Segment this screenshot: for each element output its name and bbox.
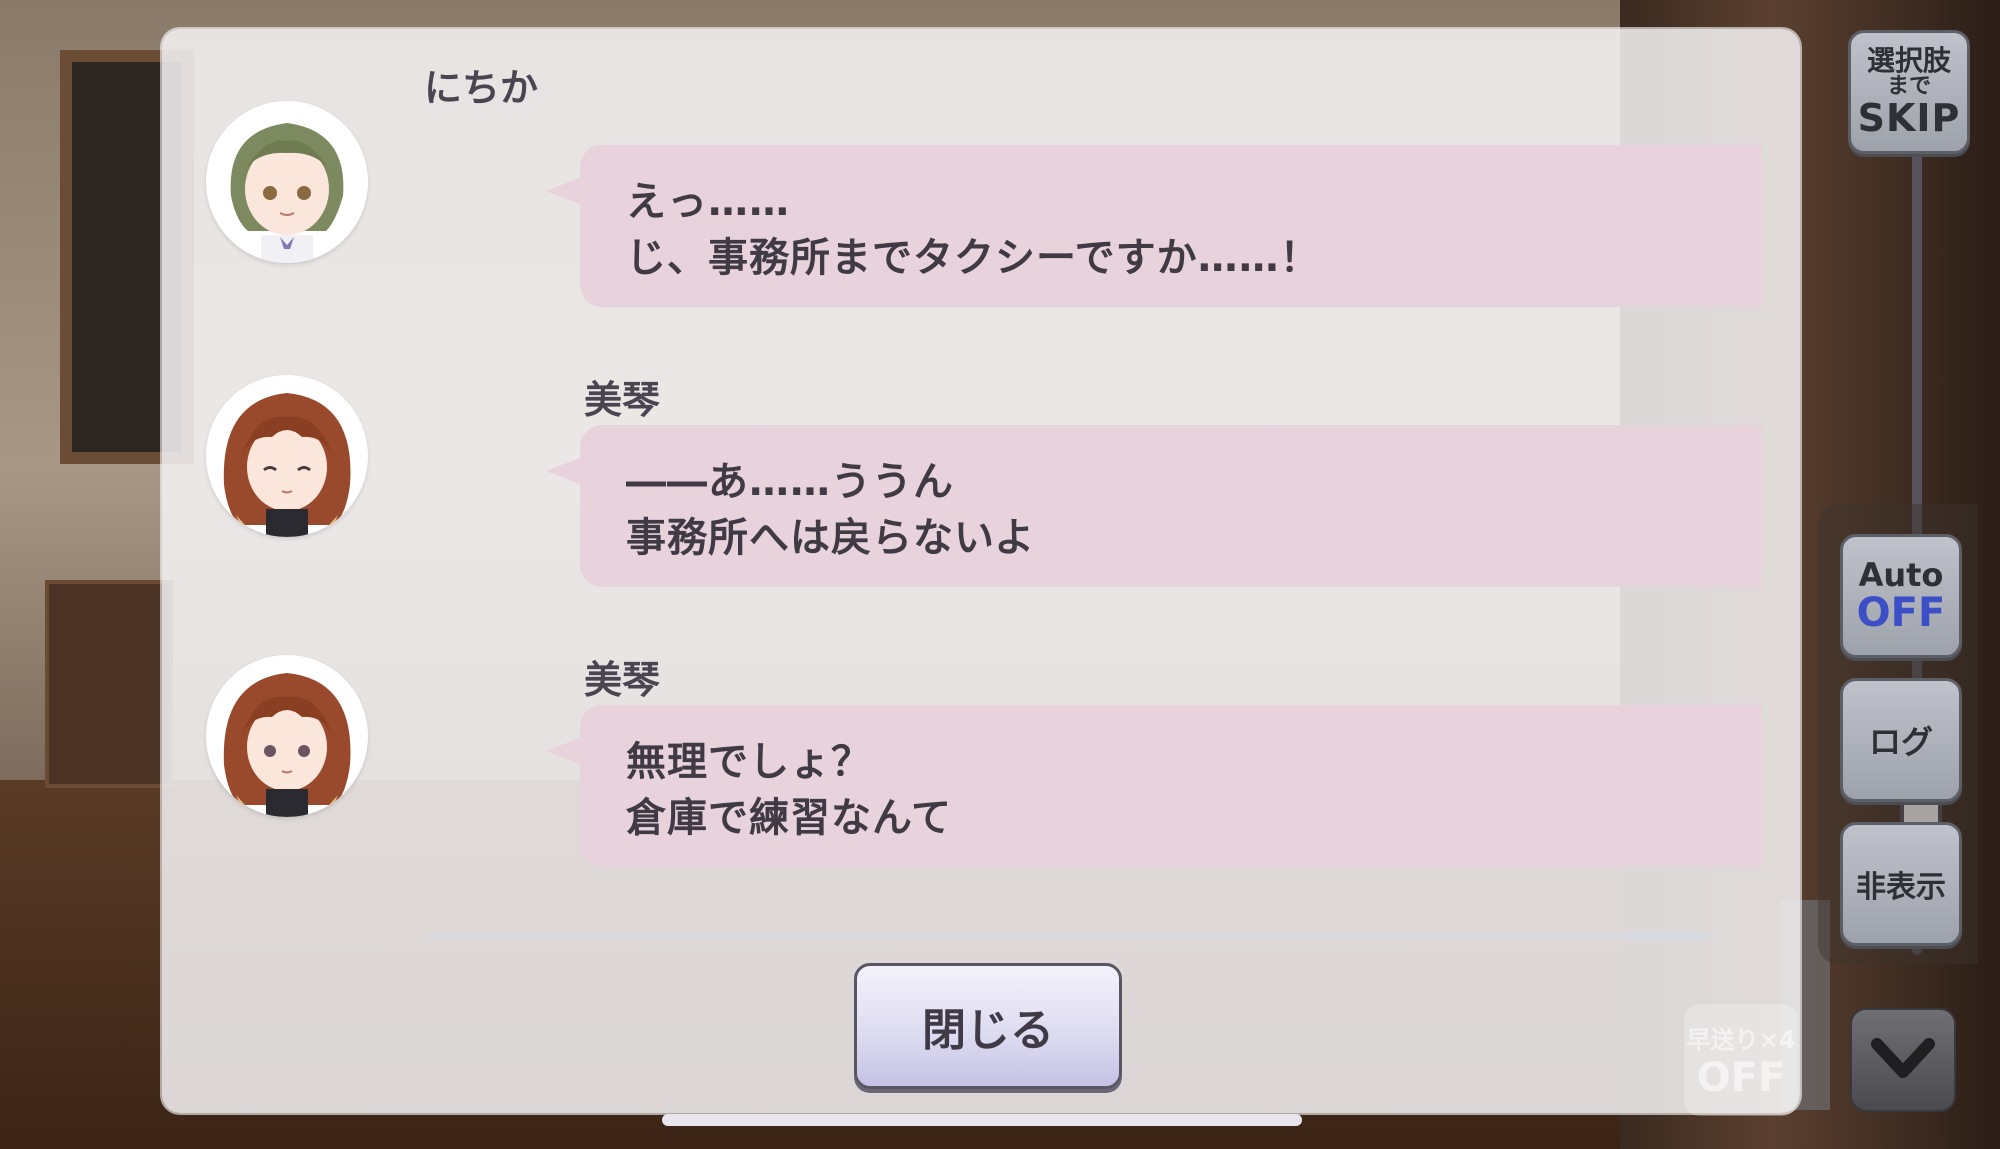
skip-to-choice-button[interactable]: 選択肢 まで SKIP [1848,30,1970,154]
auto-state: OFF [1856,590,1946,636]
room-shelf [45,580,173,788]
next-dialogue-bubble [418,933,1720,939]
auto-button[interactable]: Auto OFF [1840,534,1962,658]
mikoto-avatar [206,655,368,817]
log-panel: にちか えっ…… じ、事務所までタクシーですか……！ 美琴 ――あ……ううん 事… [162,29,1942,1113]
speaker-name: 美琴 [584,378,661,422]
fast-forward-button[interactable]: 早送り×4 OFF [1684,1004,1798,1116]
log-entry: 美琴 無理でしょ？ 倉庫で練習なんて [162,629,1762,869]
close-button[interactable]: 閉じる [854,963,1122,1089]
collapse-menu-button[interactable] [1850,1008,1956,1112]
hide-ui-button[interactable]: 非表示 [1840,822,1962,946]
log-button[interactable]: ログ [1840,678,1962,802]
skip-label-line3: SKIP [1857,96,1961,140]
dialogue-bubble: えっ…… じ、事務所までタクシーですか……！ [546,145,1762,307]
mikoto-avatar [206,375,368,537]
skip-label-line1: 選択肢 [1866,44,1951,77]
nichika-avatar [206,101,368,263]
dialogue-line: じ、事務所までタクシーですか……！ [626,235,1321,281]
log-list[interactable]: にちか えっ…… じ、事務所までタクシーですか……！ 美琴 ――あ……ううん 事… [162,29,1762,939]
dialogue-line: えっ…… [626,179,790,225]
log-entry: にちか えっ…… じ、事務所までタクシーですか……！ [162,66,1762,309]
speaker-name: 美琴 [584,658,661,702]
chevron-down-icon [1871,1038,1935,1078]
dialogue-line: 無理でしょ？ [626,739,872,785]
dialogue-line: ――あ……ううん [626,459,954,505]
panel-handle [662,1114,1302,1126]
fast-forward-state: OFF [1696,1054,1786,1101]
dialogue-line: 事務所へは戻らないよ [626,515,1036,561]
log-entry: 美琴 ――あ……ううん 事務所へは戻らないよ [162,349,1762,589]
dialogue-bubble: ――あ……ううん 事務所へは戻らないよ [546,425,1762,587]
speaker-name: にちか [424,66,539,110]
fast-forward-label: 早送り×4 [1686,1025,1796,1054]
dialogue-bubble: 無理でしょ？ 倉庫で練習なんて [546,705,1762,867]
dialogue-line: 倉庫で練習なんて [626,795,952,841]
auto-label: Auto [1858,556,1944,594]
skip-label-line2: まで [1886,74,1931,99]
